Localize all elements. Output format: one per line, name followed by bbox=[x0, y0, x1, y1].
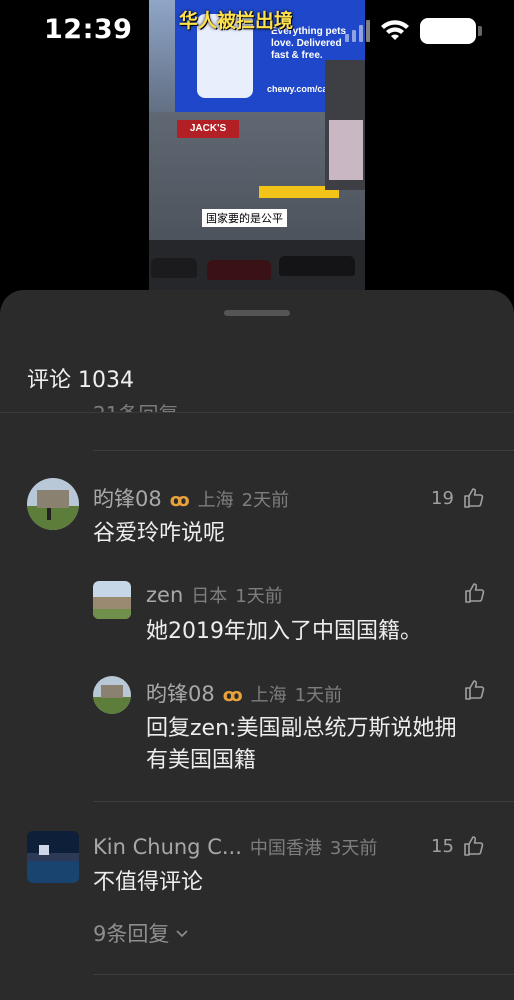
comment-divider bbox=[93, 801, 514, 802]
comments-panel: 评论 1034 21条回复 昀锋08 ꝏ 上海 2天前 谷爱玲咋说呢 19 bbox=[0, 290, 514, 1000]
wifi-icon bbox=[381, 20, 409, 40]
username[interactable]: 昀锋08 bbox=[146, 678, 215, 708]
timestamp: 2天前 bbox=[241, 490, 290, 511]
location: 上海 bbox=[250, 685, 287, 706]
user-badge-icon: ꝏ bbox=[169, 490, 190, 511]
previous-replies-link[interactable]: 21条回复 bbox=[93, 398, 178, 412]
avatar[interactable] bbox=[27, 478, 79, 530]
reply-meta: 昀锋08 ꝏ 上海 1天前 bbox=[146, 678, 342, 708]
street bbox=[149, 240, 365, 290]
like-button[interactable]: 19 bbox=[431, 486, 486, 510]
thumbs-up-icon bbox=[465, 583, 485, 603]
avatar[interactable] bbox=[27, 831, 79, 883]
timestamp: 3天前 bbox=[329, 838, 378, 859]
user-badge-icon: ꝏ bbox=[222, 685, 243, 706]
comment-meta: Kin Chung C... 中国香港 3天前 bbox=[93, 834, 377, 860]
like-count: 15 bbox=[431, 835, 454, 857]
location: 上海 bbox=[197, 490, 234, 511]
status-icons bbox=[345, 18, 482, 44]
video-caption: 国家要的是公平 bbox=[202, 209, 287, 227]
comment-meta: 昀锋08 ꝏ 上海 2天前 bbox=[93, 483, 289, 513]
location: 中国香港 bbox=[249, 838, 322, 859]
like-button[interactable]: 15 bbox=[431, 834, 486, 858]
like-button[interactable] bbox=[463, 678, 487, 702]
timestamp: 1天前 bbox=[235, 586, 283, 607]
battery-icon bbox=[420, 18, 482, 44]
like-count: 19 bbox=[431, 487, 454, 509]
timestamp: 1天前 bbox=[294, 685, 343, 706]
drag-handle[interactable] bbox=[224, 310, 290, 316]
thumbs-up-icon bbox=[464, 836, 484, 856]
status-bar: 12:39 bbox=[0, 0, 514, 62]
avatar[interactable] bbox=[93, 581, 131, 619]
chevron-down-icon bbox=[176, 930, 188, 938]
thumbs-up-icon bbox=[465, 680, 485, 700]
signal-icon bbox=[345, 20, 370, 42]
location: 日本 bbox=[191, 586, 228, 607]
username[interactable]: 昀锋08 bbox=[93, 483, 162, 513]
avatar[interactable] bbox=[93, 676, 131, 714]
like-button[interactable] bbox=[463, 581, 487, 605]
comments-count-header: 评论 1034 bbox=[27, 368, 134, 393]
expand-replies-link[interactable]: 9条回复 bbox=[93, 918, 189, 948]
replies-count-label: 9条回复 bbox=[93, 922, 170, 946]
thumbs-up-icon bbox=[464, 488, 484, 508]
reply-text[interactable]: 回复zen:美国副总统万斯说她拥 bbox=[146, 713, 456, 744]
header-divider bbox=[0, 412, 514, 413]
billboard-url: chewy.com/ca bbox=[267, 84, 328, 94]
comment-text[interactable]: 谷爱玲咋说呢 bbox=[93, 518, 225, 549]
username[interactable]: zen bbox=[146, 583, 183, 607]
reply-text[interactable]: 她2019年加入了中国国籍。 bbox=[146, 616, 422, 647]
sign-panel bbox=[329, 120, 363, 180]
status-time: 12:39 bbox=[44, 14, 133, 45]
comment-divider bbox=[93, 974, 514, 975]
store-sign: JACK'S bbox=[177, 120, 239, 138]
reply-text-continued[interactable]: 有美国国籍 bbox=[146, 745, 256, 776]
username[interactable]: Kin Chung C... bbox=[93, 835, 242, 859]
comment-divider bbox=[93, 450, 514, 451]
comment-text[interactable]: 不值得评论 bbox=[93, 867, 203, 898]
reply-meta: zen 日本 1天前 bbox=[146, 582, 283, 608]
